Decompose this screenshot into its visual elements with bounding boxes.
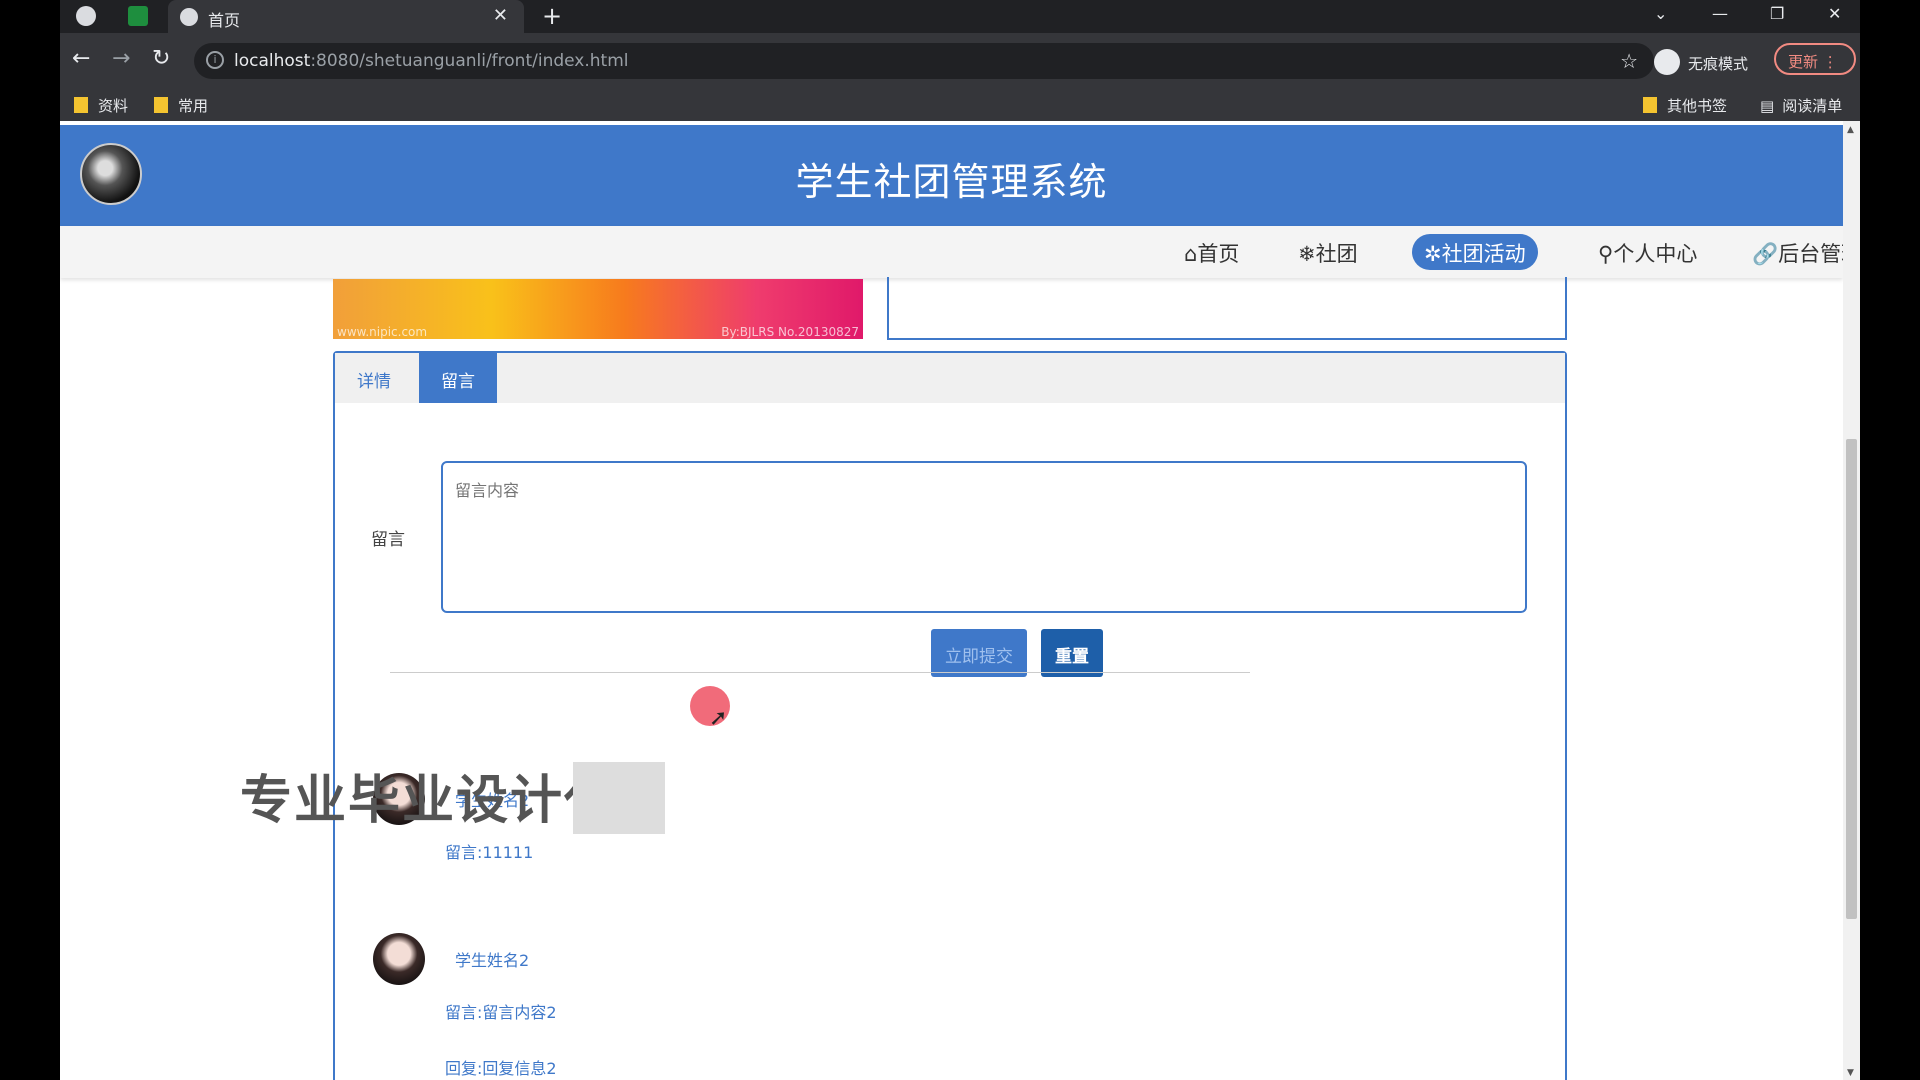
main-nav: ⌂首页 ❄社团 ✲社团活动 ⚲个人中心 🔗后台管理 — [60, 226, 1860, 278]
activity-icon: ✲ — [1424, 242, 1442, 266]
snowflake-icon: ❄ — [1298, 242, 1316, 266]
folder-icon — [74, 97, 88, 113]
tab-message[interactable]: 留言 — [419, 353, 497, 403]
close-window-button[interactable]: ✕ — [1828, 4, 1841, 23]
sheets-icon[interactable] — [128, 6, 148, 26]
url-text: localhost:8080/shetuanguanli/front/index… — [234, 51, 629, 71]
message-content: 留言:留言内容2 — [445, 1003, 557, 1022]
address-bar[interactable]: i localhost:8080/shetuanguanli/front/ind… — [194, 43, 1654, 79]
link-icon: 🔗 — [1752, 242, 1779, 266]
globe-icon[interactable] — [76, 6, 96, 26]
panel-tabs: 详情 留言 — [335, 353, 1565, 403]
message-reply: 回复:回复信息2 — [445, 1059, 557, 1078]
nav-clubs[interactable]: ❄社团 — [1286, 234, 1370, 270]
new-tab-button[interactable]: + — [542, 2, 562, 30]
scroll-up-icon[interactable]: ▲ — [1847, 125, 1854, 135]
submit-button[interactable]: 立即提交 — [931, 629, 1027, 677]
nav-admin[interactable]: 🔗后台管理 — [1740, 234, 1860, 270]
blur-patch — [573, 762, 665, 834]
avatar — [373, 933, 425, 985]
activity-image: www.nipic.com By:BJLRS No.20130827 — [333, 279, 863, 339]
minimize-button[interactable]: — — [1712, 4, 1728, 23]
nav-home[interactable]: ⌂首页 — [1172, 234, 1251, 270]
detail-panel: 详情 留言 留言 立即提交 重置 学生姓名2 留言:11111 学生姓名2 留言… — [333, 351, 1567, 1080]
site-title: 学生社团管理系统 — [795, 160, 1108, 204]
user-icon: ⚲ — [1598, 242, 1614, 266]
scroll-thumb[interactable] — [1846, 439, 1857, 919]
activity-info-box — [887, 277, 1567, 340]
bookmarks-bar: 资料 常用 其他书签 ▤ 阅读清单 — [60, 89, 1860, 121]
folder-icon — [1643, 97, 1657, 113]
nav-personal-center[interactable]: ⚲个人中心 — [1586, 234, 1709, 270]
message-input[interactable] — [441, 461, 1527, 613]
web-page: 学生社团管理系统 ⌂首页 ❄社团 ✲社团活动 ⚲个人中心 🔗后台管理 www.n… — [60, 121, 1860, 1080]
browser-window: 首页 ✕ + ⌄ — ❐ ✕ ← → ↻ i localhost:8080/sh… — [60, 0, 1860, 1080]
other-bookmarks[interactable]: 其他书签 — [1643, 95, 1727, 116]
incognito-icon — [1654, 49, 1680, 75]
mouse-cursor-icon: ➚ — [709, 706, 728, 731]
site-header: 学生社团管理系统 — [60, 125, 1843, 226]
reload-icon[interactable]: ↻ — [152, 46, 170, 71]
scroll-down-icon[interactable]: ▼ — [1847, 1068, 1854, 1078]
tab-title: 首页 — [208, 11, 241, 30]
folder-icon — [154, 97, 168, 113]
reset-button[interactable]: 重置 — [1041, 629, 1103, 677]
page-scrollbar[interactable]: ▲ ▼ — [1843, 121, 1860, 1080]
reading-list-icon: ▤ — [1760, 97, 1775, 115]
message-divider — [390, 672, 1250, 673]
forward-icon[interactable]: → — [112, 46, 130, 71]
tab-search-icon[interactable]: ⌄ — [1654, 4, 1667, 23]
tab-bar: 首页 ✕ + ⌄ — ❐ ✕ — [60, 0, 1860, 33]
bookmark-folder[interactable]: 资料 — [74, 95, 128, 116]
watermark-overlay: 专业毕业设计代 — [240, 771, 619, 831]
close-tab-icon[interactable]: ✕ — [493, 5, 508, 26]
site-info-icon[interactable]: i — [206, 51, 224, 69]
back-icon[interactable]: ← — [72, 46, 90, 71]
bookmark-folder[interactable]: 常用 — [154, 95, 208, 116]
tab-detail[interactable]: 详情 — [335, 353, 413, 403]
bookmark-star-icon[interactable]: ☆ — [1620, 49, 1638, 73]
message-content: 留言:11111 — [445, 843, 534, 862]
active-tab[interactable]: 首页 ✕ — [168, 0, 524, 33]
reading-list[interactable]: ▤ 阅读清单 — [1760, 95, 1842, 116]
globe-icon — [180, 8, 198, 26]
nav-club-activities[interactable]: ✲社团活动 — [1412, 234, 1538, 270]
message-author: 学生姓名2 — [455, 951, 530, 970]
restore-button[interactable]: ❐ — [1770, 4, 1784, 23]
update-button[interactable]: 更新 ⋮ — [1774, 43, 1856, 75]
home-icon: ⌂ — [1184, 242, 1198, 266]
message-label: 留言 — [371, 530, 405, 550]
browser-toolbar: ← → ↻ i localhost:8080/shetuanguanli/fro… — [60, 33, 1860, 121]
